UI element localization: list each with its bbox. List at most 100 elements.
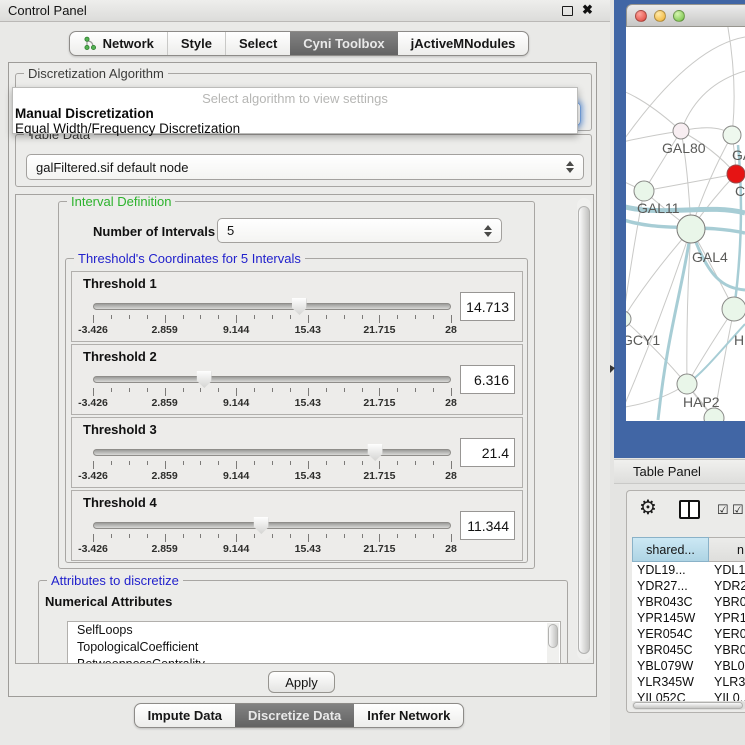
scrollbar-thumb[interactable]	[633, 702, 743, 709]
number-of-intervals-combobox[interactable]: 5	[217, 218, 502, 243]
network-window-titlebar[interactable]	[626, 4, 745, 27]
node-gal11[interactable]	[634, 181, 654, 201]
node-hap2[interactable]	[677, 374, 697, 394]
close-icon[interactable]: ✖	[582, 2, 593, 18]
threshold-3-slider[interactable]	[93, 449, 451, 456]
threshold-4-value-field[interactable]	[460, 511, 515, 540]
table-horizontal-scrollbar[interactable]	[632, 701, 745, 710]
tab-jactivemnodules[interactable]: jActiveMNodules	[398, 32, 529, 55]
node-gcy1[interactable]	[626, 311, 631, 327]
slider-handle[interactable]	[254, 517, 269, 534]
threshold-4-slider[interactable]	[93, 522, 451, 529]
threshold-1-slider[interactable]	[93, 303, 451, 310]
tab-select[interactable]: Select	[225, 32, 290, 55]
table-row[interactable]: YBR045CYBR0...	[632, 642, 745, 658]
algorithm-option-equal-width[interactable]: Equal Width/Frequency Discretization	[13, 121, 577, 136]
table-cell[interactable]: YBL079W	[632, 658, 709, 674]
table-body[interactable]: YDL19...YDL1...YDR27...YDR2...YBR043CYBR…	[632, 562, 745, 701]
table-cell[interactable]: YLR3...	[709, 674, 745, 690]
table-cell[interactable]: YER0...	[709, 626, 745, 642]
network-graph: GAL80 GA C GAL11 GAL4 GCY1 H HAP2	[626, 27, 745, 421]
table-cell[interactable]: YER054C	[632, 626, 709, 642]
slider-tick-label: -3.426	[78, 324, 108, 336]
slider-tick-label: 28	[445, 543, 457, 555]
table-cell[interactable]: YBR0...	[709, 642, 745, 658]
node-label-gal-partial: GA	[732, 147, 745, 163]
table-row[interactable]: YLR345WYLR3...	[632, 674, 745, 690]
table-cell[interactable]: YPR145W	[632, 610, 709, 626]
slider-handle[interactable]	[197, 371, 212, 388]
scrollbar-thumb[interactable]	[548, 624, 558, 648]
numerical-attributes-list[interactable]: SelfLoopsTopologicalCoefficientBetweenne…	[67, 621, 561, 664]
table-row[interactable]: YER054CYER0...	[632, 626, 745, 642]
attribute-item[interactable]: TopologicalCoefficient	[68, 639, 560, 656]
table-cell[interactable]: YIL0...	[709, 690, 745, 701]
threshold-3-value-field[interactable]	[460, 438, 515, 467]
minimize-traffic-light-icon[interactable]	[654, 10, 666, 22]
threshold-1-value-field[interactable]	[460, 292, 515, 321]
settings-vertical-scrollbar[interactable]	[577, 198, 591, 660]
table-row[interactable]: YBL079WYBL0...	[632, 658, 745, 674]
tab-discretize-data[interactable]: Discretize Data	[235, 704, 354, 727]
table-row[interactable]: YPR145WYPR1...	[632, 610, 745, 626]
column-header-name[interactable]: n	[709, 537, 745, 562]
close-traffic-light-icon[interactable]	[635, 10, 647, 22]
columns-icon[interactable]	[679, 500, 700, 519]
tab-jactivemnodules-label: jActiveMNodules	[411, 36, 516, 51]
threshold-2-value-field[interactable]	[460, 365, 515, 394]
tab-impute-data[interactable]: Impute Data	[135, 704, 235, 727]
attribute-item[interactable]: BetweennessCentrality	[68, 656, 560, 664]
scrollbar-thumb[interactable]	[578, 206, 590, 654]
mouse-cursor	[610, 365, 615, 373]
zoom-traffic-light-icon[interactable]	[673, 10, 685, 22]
attribute-item[interactable]: SelfLoops	[68, 622, 560, 639]
table-cell[interactable]: YLR345W	[632, 674, 709, 690]
table-cell[interactable]: YBR043C	[632, 594, 709, 610]
gear-icon[interactable]: ⚙	[639, 495, 657, 520]
combo-arrows-icon	[484, 225, 492, 237]
network-canvas[interactable]: GAL80 GA C GAL11 GAL4 GCY1 H HAP2	[626, 27, 745, 421]
tab-network[interactable]: Network	[70, 32, 167, 55]
node-red-selected[interactable]	[727, 165, 745, 183]
node-h-partial[interactable]	[722, 297, 745, 321]
table-cell[interactable]: YDL19...	[632, 562, 709, 578]
node-gal80[interactable]	[673, 123, 689, 139]
attributes-scrollbar[interactable]	[547, 623, 559, 664]
tab-style-label: Style	[181, 36, 212, 51]
table-cell[interactable]: YIL052C	[632, 690, 709, 701]
slider-tick-labels: -3.4262.8599.14415.4321.71528	[93, 543, 451, 557]
table-row[interactable]: YIL052CYIL0...	[632, 690, 745, 701]
table-cell[interactable]: YDR27...	[632, 578, 709, 594]
threshold-2-slider[interactable]	[93, 376, 451, 383]
table-data-value: galFiltered.sif default node	[36, 160, 188, 175]
algorithm-option-manual[interactable]: Manual Discretization	[13, 106, 577, 121]
apply-button[interactable]: Apply	[268, 671, 335, 693]
table-data-combobox[interactable]: galFiltered.sif default node	[26, 154, 584, 180]
slider-handle[interactable]	[292, 298, 307, 315]
float-window-icon[interactable]	[562, 6, 573, 16]
table-cell[interactable]: YBR0...	[709, 594, 745, 610]
table-cell[interactable]: YPR1...	[709, 610, 745, 626]
table-row[interactable]: YBR043CYBR0...	[632, 594, 745, 610]
tab-infer-network[interactable]: Infer Network	[354, 704, 463, 727]
table-cell[interactable]: YDR2...	[709, 578, 745, 594]
table-cell[interactable]: YBR045C	[632, 642, 709, 658]
column-header-shared-name[interactable]: shared...	[632, 537, 709, 562]
table-cell[interactable]: YBL0...	[709, 658, 745, 674]
slider-tickmarks	[93, 388, 451, 397]
checkbox-icon[interactable]: ☑	[717, 502, 729, 518]
slider-tick-labels: -3.4262.8599.14415.4321.71528	[93, 397, 451, 411]
slider-handle[interactable]	[368, 444, 383, 461]
table-row[interactable]: YDR27...YDR2...	[632, 578, 745, 594]
tab-cyni-toolbox[interactable]: Cyni Toolbox	[290, 32, 397, 55]
node-gal-partial[interactable]	[723, 126, 741, 144]
node-gal4[interactable]	[677, 215, 705, 243]
slider-tick-label: 15.43	[295, 543, 321, 555]
tab-style[interactable]: Style	[167, 32, 225, 55]
checkbox-icon[interactable]: ☑	[732, 502, 744, 518]
threshold-4-box: Threshold 4 -3.4262.8599.14415.4321.7152…	[71, 490, 523, 561]
table-data-group: Table Data galFiltered.sif default node	[15, 134, 592, 187]
table-row[interactable]: YDL19...YDL1...	[632, 562, 745, 578]
slider-tick-label: 2.859	[151, 470, 177, 482]
table-cell[interactable]: YDL1...	[709, 562, 745, 578]
